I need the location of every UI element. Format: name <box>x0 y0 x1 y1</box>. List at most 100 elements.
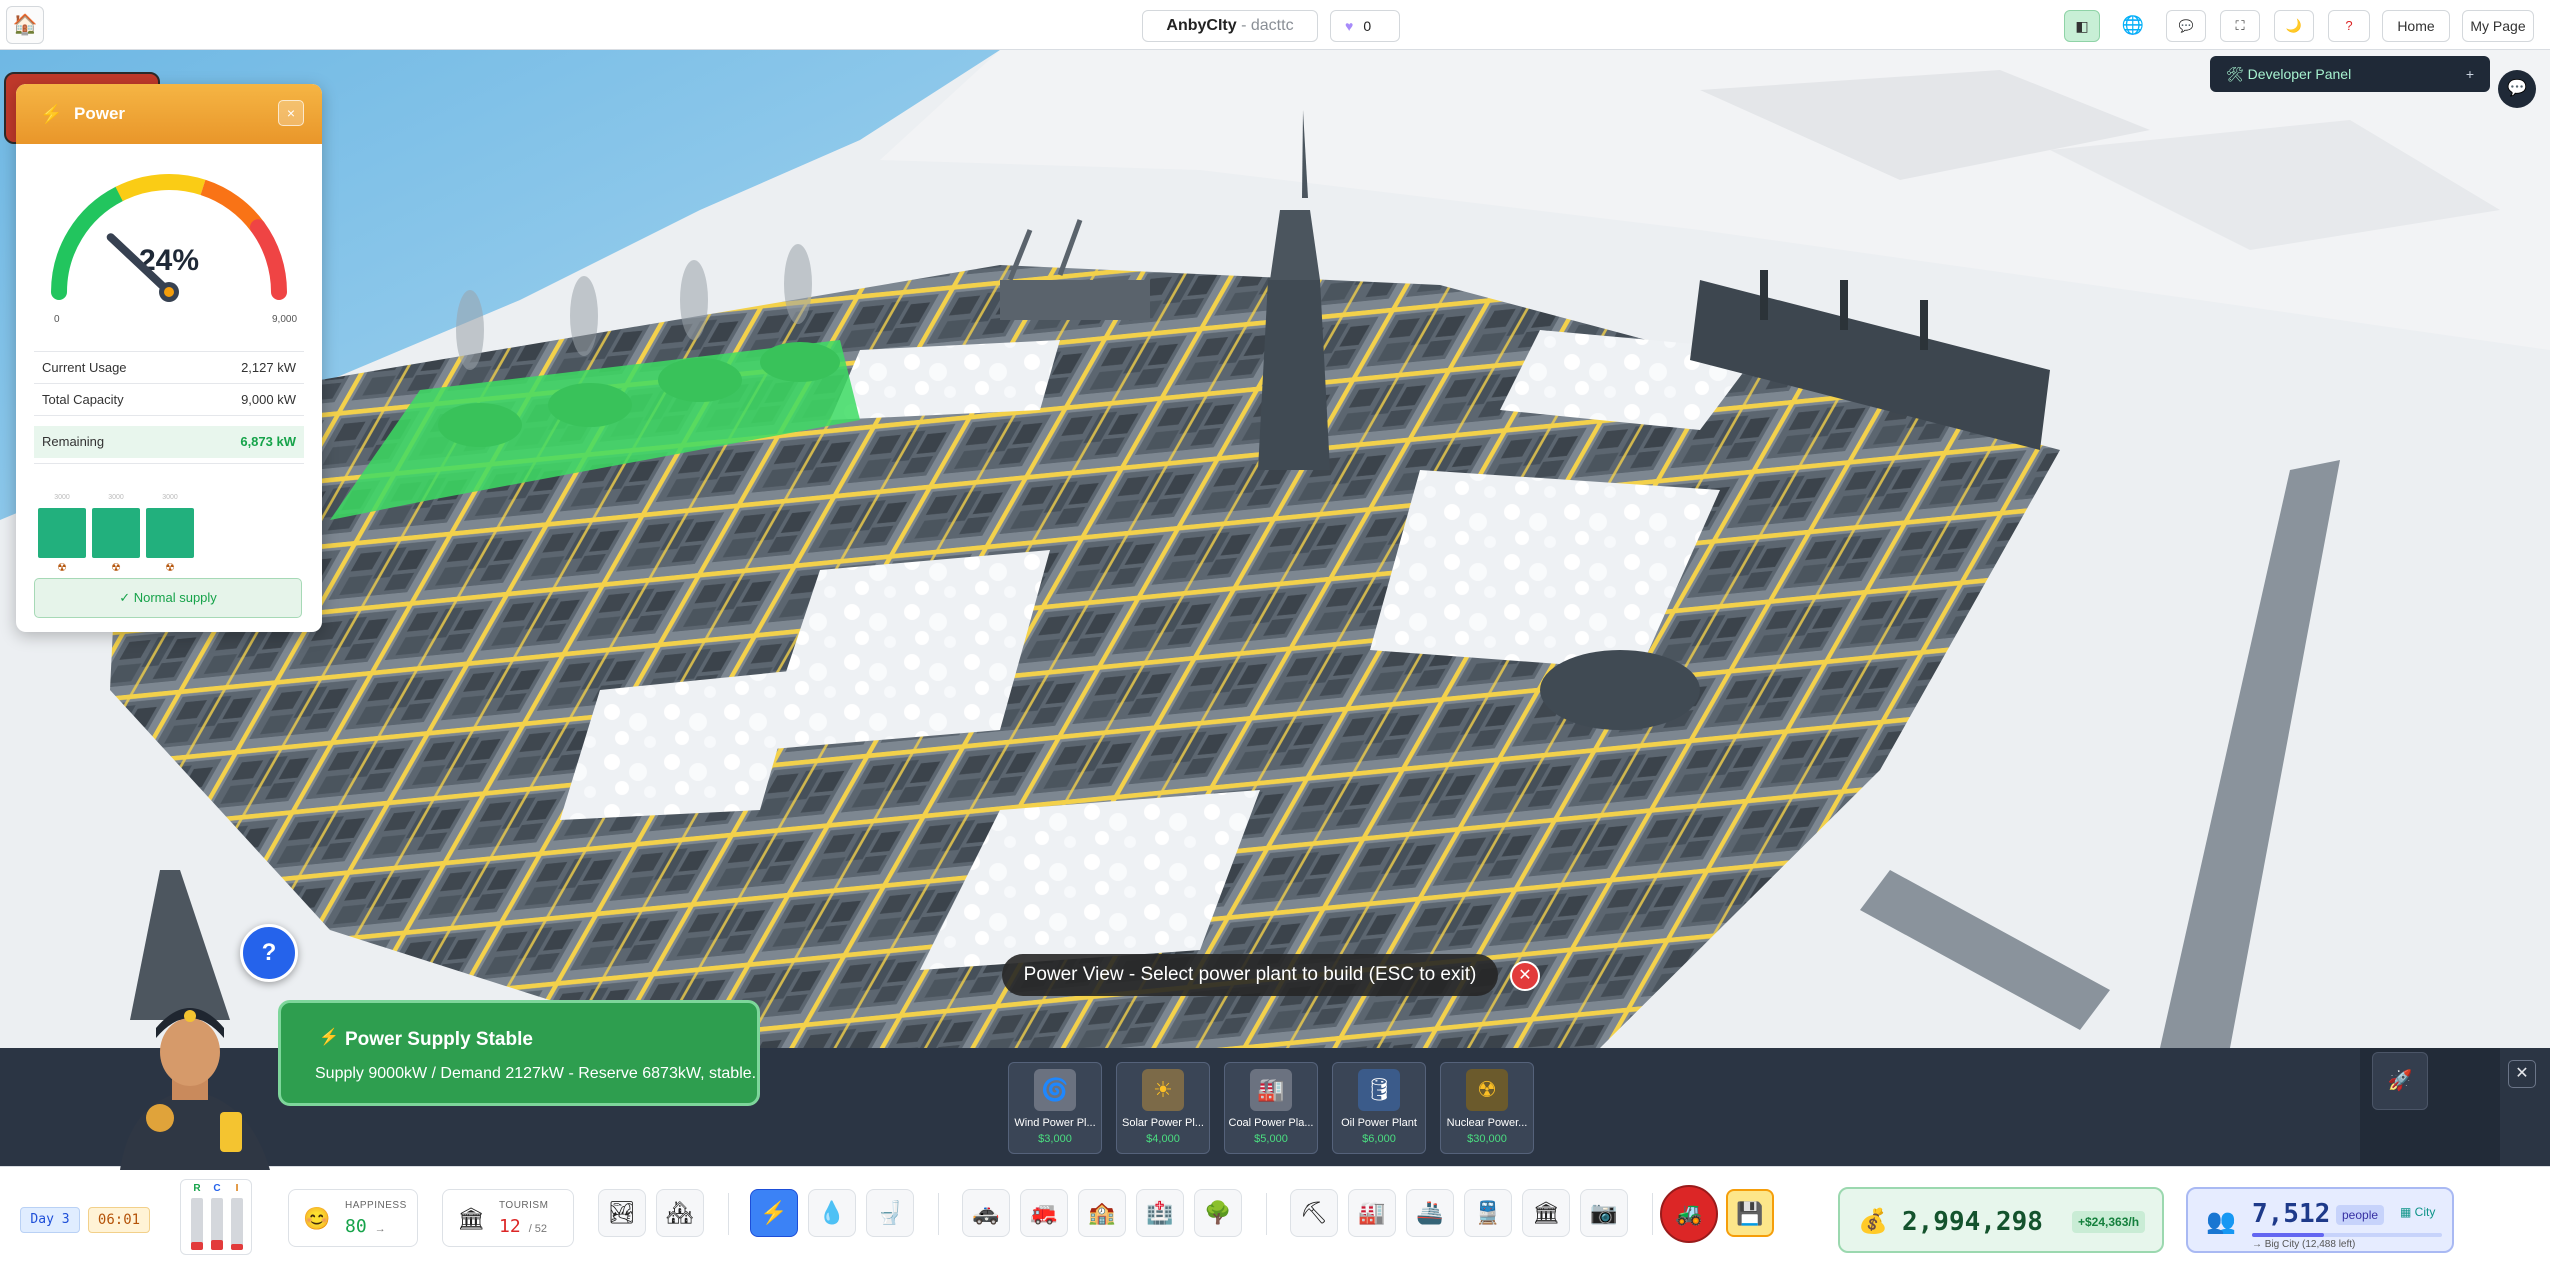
supply-status: ✓ Normal supply <box>34 578 302 618</box>
help-question-icon[interactable]: ? <box>240 924 298 982</box>
speech-bubble-icon[interactable]: 💬 <box>2166 10 2206 42</box>
camera-icon[interactable]: 📷 <box>1580 1189 1628 1237</box>
tourism-max: / 52 <box>528 1223 548 1235</box>
plant-name: Wind Power Pl... <box>1014 1117 1096 1129</box>
plant-price: $4,000 <box>1146 1133 1180 1145</box>
lightning-icon: ⚡ <box>319 1029 339 1046</box>
developer-panel-label: Developer Panel <box>2247 66 2352 82</box>
radiation-icon: ☢ <box>165 562 175 574</box>
moon-icon[interactable]: 🌙 <box>2274 10 2314 42</box>
lightning-icon: ⚡ <box>40 104 63 124</box>
smile-icon: 😊 <box>303 1206 331 1231</box>
build-wind-power-plant[interactable]: 🌀 Wind Power Pl... $3,000 <box>1008 1062 1102 1154</box>
gauge-min: 0 <box>54 314 60 324</box>
plant-price: $5,000 <box>1254 1133 1288 1145</box>
plant-bar[interactable] <box>146 508 194 558</box>
hospital-icon[interactable]: 🏥 <box>1136 1189 1184 1237</box>
happiness-value-wrap: 80 → <box>345 1216 386 1237</box>
population-progress <box>2252 1233 2442 1237</box>
total-capacity-row: Total Capacity 9,000 kW <box>34 384 304 416</box>
toilet-icon[interactable]: 🚽 <box>866 1189 914 1237</box>
rci-label-i: I <box>235 1183 239 1194</box>
bulldozer-icon[interactable]: 🚜 <box>1660 1185 1718 1243</box>
next-tier: → Big City (12,488 left) <box>2252 1239 2356 1250</box>
city-tier-label: City <box>2414 1205 2436 1219</box>
build-solar-power-plant[interactable]: ☀ Solar Power Pl... $4,000 <box>1116 1062 1210 1154</box>
expand-icon[interactable]: + <box>2466 56 2474 92</box>
plant-bar[interactable] <box>92 508 140 558</box>
current-usage-value: 2,127 kW <box>241 360 296 375</box>
city-3d-view[interactable] <box>0 50 2550 1048</box>
heart-icon: ♥ <box>1345 18 1354 34</box>
top-bar: 🏠 AnbyCIty - dacttc ♥ 0 ◧ 🌐 💬 ⛶ 🌙 ? Home … <box>0 0 2550 50</box>
power-panel: ⚡ Power × 24% 0 9,000 Current Usage 2,12… <box>16 84 322 632</box>
build-oil-power-plant[interactable]: 🛢 Oil Power Plant $6,000 <box>1332 1062 1426 1154</box>
plant-capacity-label: 3000 <box>162 494 178 501</box>
school-icon[interactable]: 🏫 <box>1078 1189 1126 1237</box>
current-usage-label: Current Usage <box>42 360 127 375</box>
factory-icon[interactable]: 🏭 <box>1348 1189 1396 1237</box>
question-icon[interactable]: ? <box>2328 10 2370 42</box>
power-stats: Current Usage 2,127 kW Total Capacity 9,… <box>34 346 304 464</box>
population-progress-fill <box>2252 1233 2325 1237</box>
city-tier: ▦ City <box>2400 1205 2436 1219</box>
house-icon[interactable]: 🏠 <box>6 6 44 44</box>
radiation-icon: ☢ <box>1466 1069 1508 1111</box>
population-display: 👥 7,512 people ▦ City → Big City (12,488… <box>2186 1187 2454 1253</box>
rci-fill-r <box>191 1242 203 1250</box>
build-coal-power-plant[interactable]: 🏭 Coal Power Pla... $5,000 <box>1224 1062 1318 1154</box>
total-capacity-value: 9,000 kW <box>241 392 296 407</box>
people-icon: 👥 <box>2206 1208 2236 1235</box>
like-button[interactable]: ♥ 0 <box>1330 10 1400 42</box>
pickaxe-icon[interactable]: ⛏ <box>1290 1189 1338 1237</box>
close-button[interactable]: × <box>278 100 304 126</box>
fullscreen-icon[interactable]: ⛶ <box>2220 10 2260 42</box>
globe-icon[interactable]: 🌐 <box>2116 10 2150 42</box>
plant-bar[interactable] <box>38 508 86 558</box>
notice-message: Supply 9000kW / Demand 2127kW - Reserve … <box>315 1065 757 1082</box>
factory-icon: 🏭 <box>1250 1069 1292 1111</box>
day-counter: Day 3 <box>20 1207 80 1233</box>
plant-capacity-bars: 3000 ☢ 3000 ☢ 3000 ☢ <box>38 494 238 574</box>
remaining-value: 6,873 kW <box>240 434 296 449</box>
close-icon[interactable]: ✕ <box>1510 961 1540 991</box>
rocket-icon[interactable]: 🚀 <box>2372 1052 2428 1110</box>
close-drawer-button[interactable]: ✕ <box>2508 1060 2536 1088</box>
save-icon[interactable]: 💾 <box>1726 1189 1774 1237</box>
stats-divider <box>34 458 304 464</box>
rci-bar-r <box>191 1198 203 1250</box>
my-page-button[interactable]: My Page <box>2462 10 2534 42</box>
city-render <box>0 50 2550 1048</box>
power-view-icon[interactable]: ◧ <box>2064 10 2100 42</box>
build-nuclear-power-plant[interactable]: ☢ Nuclear Power... $30,000 <box>1440 1062 1534 1154</box>
chat-icon[interactable]: 💬 <box>2498 70 2536 108</box>
tourism-meter[interactable]: 🏛 TOURISM 12 / 52 <box>442 1189 574 1247</box>
bank-icon[interactable]: 🏛 <box>1522 1189 1570 1237</box>
tree-icon[interactable]: 🌳 <box>1194 1189 1242 1237</box>
radiation-icon: ☢ <box>111 562 121 574</box>
city-title[interactable]: AnbyCIty - dacttc <box>1142 10 1318 42</box>
power-tool-icon[interactable]: ⚡ <box>750 1189 798 1237</box>
landscape-icon[interactable]: 🏞 <box>598 1189 646 1237</box>
current-usage-row: Current Usage 2,127 kW <box>34 352 304 384</box>
ship-icon[interactable]: 🚢 <box>1406 1189 1454 1237</box>
happiness-meter[interactable]: 😊 HAPPINESS 80 → <box>288 1189 418 1247</box>
developer-panel[interactable]: 🛠 Developer Panel + <box>2210 56 2490 92</box>
power-notice: ⚡ Power Supply Stable Supply 9000kW / De… <box>278 1000 760 1106</box>
population-value: 7,512 <box>2252 1199 2331 1229</box>
police-car-icon[interactable]: 🚓 <box>962 1189 1010 1237</box>
home-button[interactable]: Home <box>2382 10 2450 42</box>
fire-truck-icon[interactable]: 🚒 <box>1020 1189 1068 1237</box>
house-icon[interactable]: 🏘 <box>656 1189 704 1237</box>
money-display: 💰 2,994,298 +$24,363/h <box>1838 1187 2164 1253</box>
rci-bar-c <box>211 1198 223 1250</box>
water-drop-icon[interactable]: 💧 <box>808 1189 856 1237</box>
toolbar-divider <box>938 1193 939 1235</box>
train-icon[interactable]: 🚆 <box>1464 1189 1512 1237</box>
income-rate: +$24,363/h <box>2072 1211 2146 1233</box>
plant-name: Nuclear Power... <box>1446 1117 1528 1129</box>
engineer-mascot <box>120 1008 270 1170</box>
power-panel-header: ⚡ Power × <box>16 84 322 144</box>
rci-fill-c <box>211 1239 223 1250</box>
plant-capacity-label: 3000 <box>54 494 70 501</box>
